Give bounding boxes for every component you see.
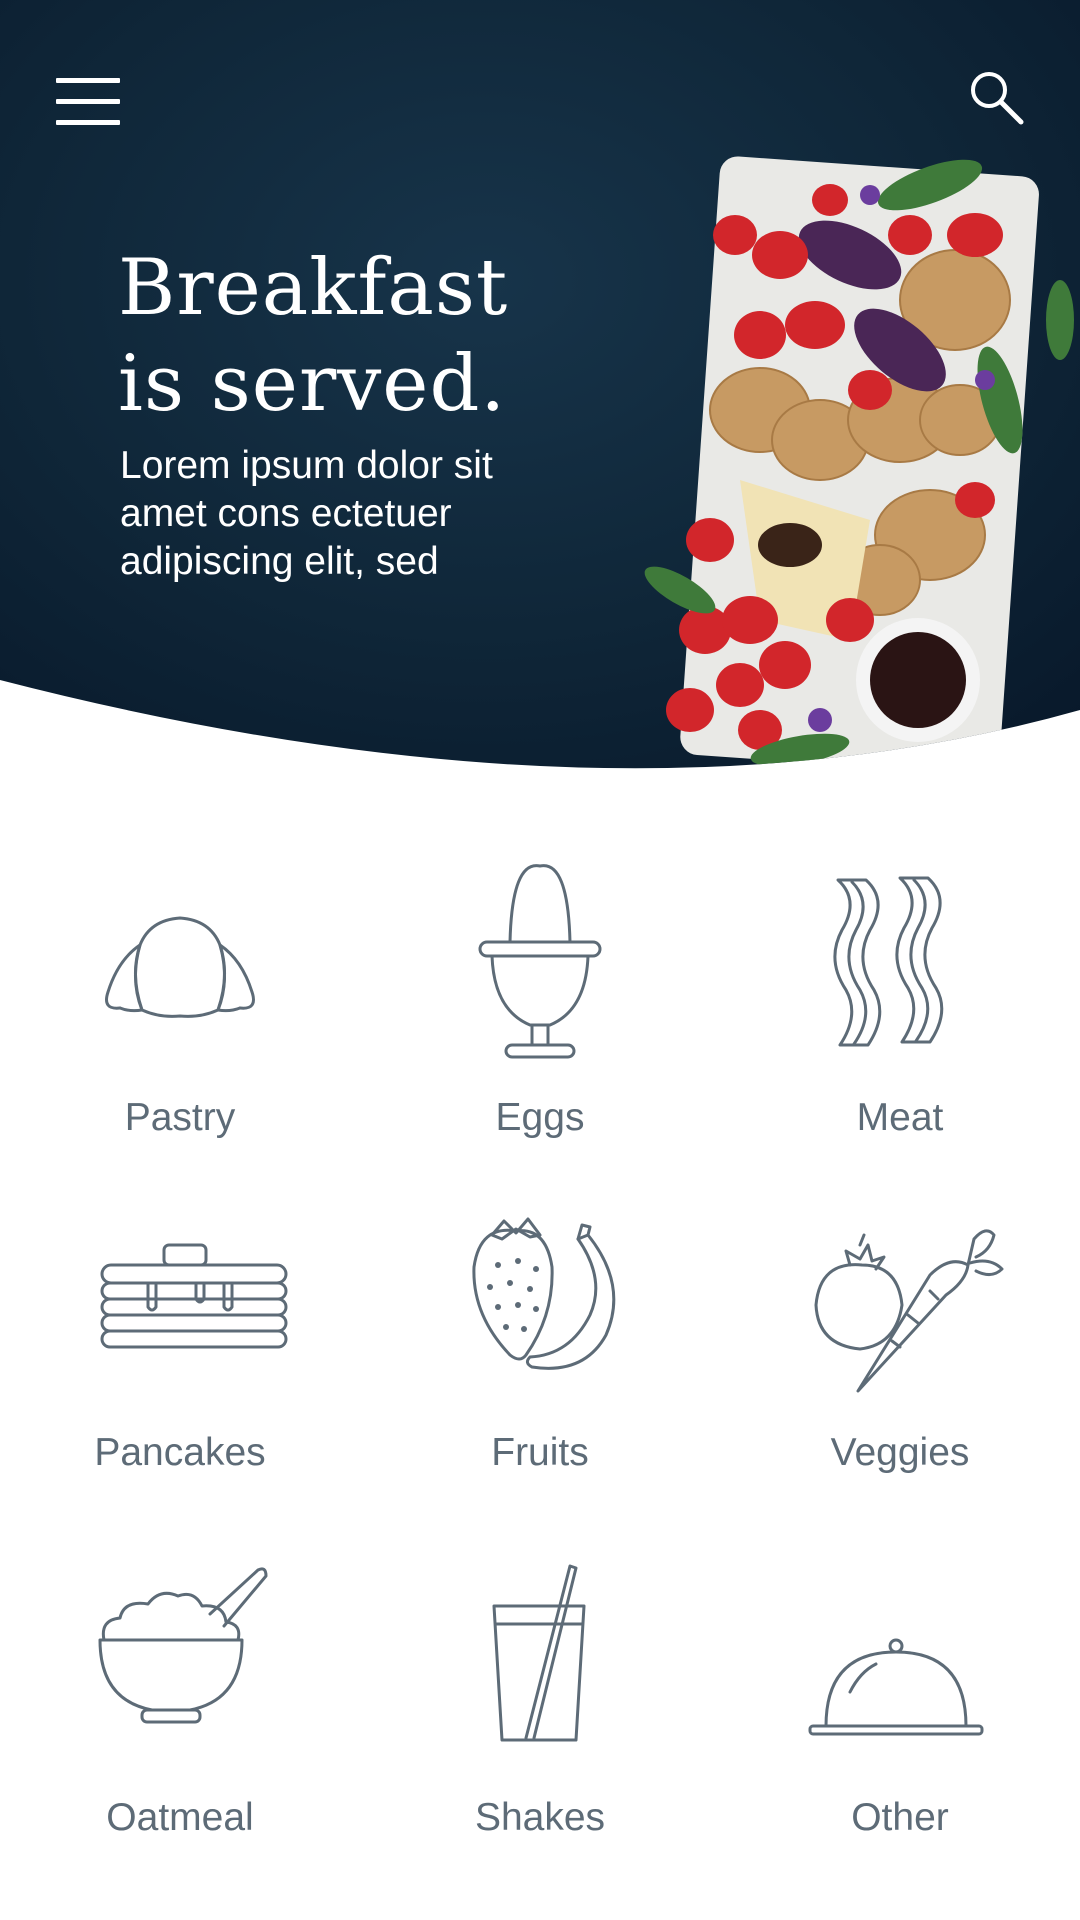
category-label: Pastry (124, 1096, 236, 1139)
bowl-icon (98, 1567, 268, 1724)
glass-straw-icon (492, 1564, 586, 1742)
search-button[interactable] (965, 66, 1027, 128)
cloche-icon (808, 1638, 984, 1736)
category-grid: Pastry Eggs Meat Pancakes Fruits Veggies… (0, 820, 1080, 1860)
category-label: Eggs (495, 1096, 585, 1139)
category-label: Pancakes (94, 1431, 266, 1474)
hero-subtitle: Lorem ipsum dolor sit amet cons ectetuer… (120, 444, 493, 583)
bacon-icon (833, 876, 944, 1047)
tomato-carrot-icon (814, 1229, 1004, 1393)
category-eggs[interactable]: Eggs (360, 860, 720, 1160)
category-label: Oatmeal (106, 1796, 254, 1839)
category-label: Other (851, 1796, 949, 1839)
hero-banner: Breakfast is served. Lorem ipsum dolor s… (0, 0, 1080, 800)
menu-button[interactable] (52, 70, 126, 132)
category-veggies[interactable]: Veggies (720, 1195, 1080, 1495)
pancakes-icon (100, 1243, 288, 1349)
category-label: Veggies (830, 1431, 970, 1474)
search-icon (971, 72, 1024, 125)
category-oatmeal[interactable]: Oatmeal (0, 1560, 360, 1860)
egg-cup-icon (478, 864, 602, 1059)
category-label: Shakes (474, 1796, 606, 1839)
croissant-icon (105, 916, 255, 1018)
strawberry-banana-icon (472, 1217, 616, 1370)
category-fruits[interactable]: Fruits (360, 1195, 720, 1495)
category-meat[interactable]: Meat (720, 860, 1080, 1160)
hero-title: Breakfast is served. (118, 243, 509, 429)
hero-text-block: Breakfast is served. Lorem ipsum dolor s… (118, 240, 638, 586)
category-pastry[interactable]: Pastry (0, 860, 360, 1160)
category-label: Meat (856, 1096, 944, 1139)
category-label: Fruits (491, 1431, 589, 1474)
category-pancakes[interactable]: Pancakes (0, 1195, 360, 1495)
category-other[interactable]: Other (720, 1560, 1080, 1860)
category-shakes[interactable]: Shakes (360, 1560, 720, 1860)
hamburger-menu-icon (56, 78, 120, 83)
